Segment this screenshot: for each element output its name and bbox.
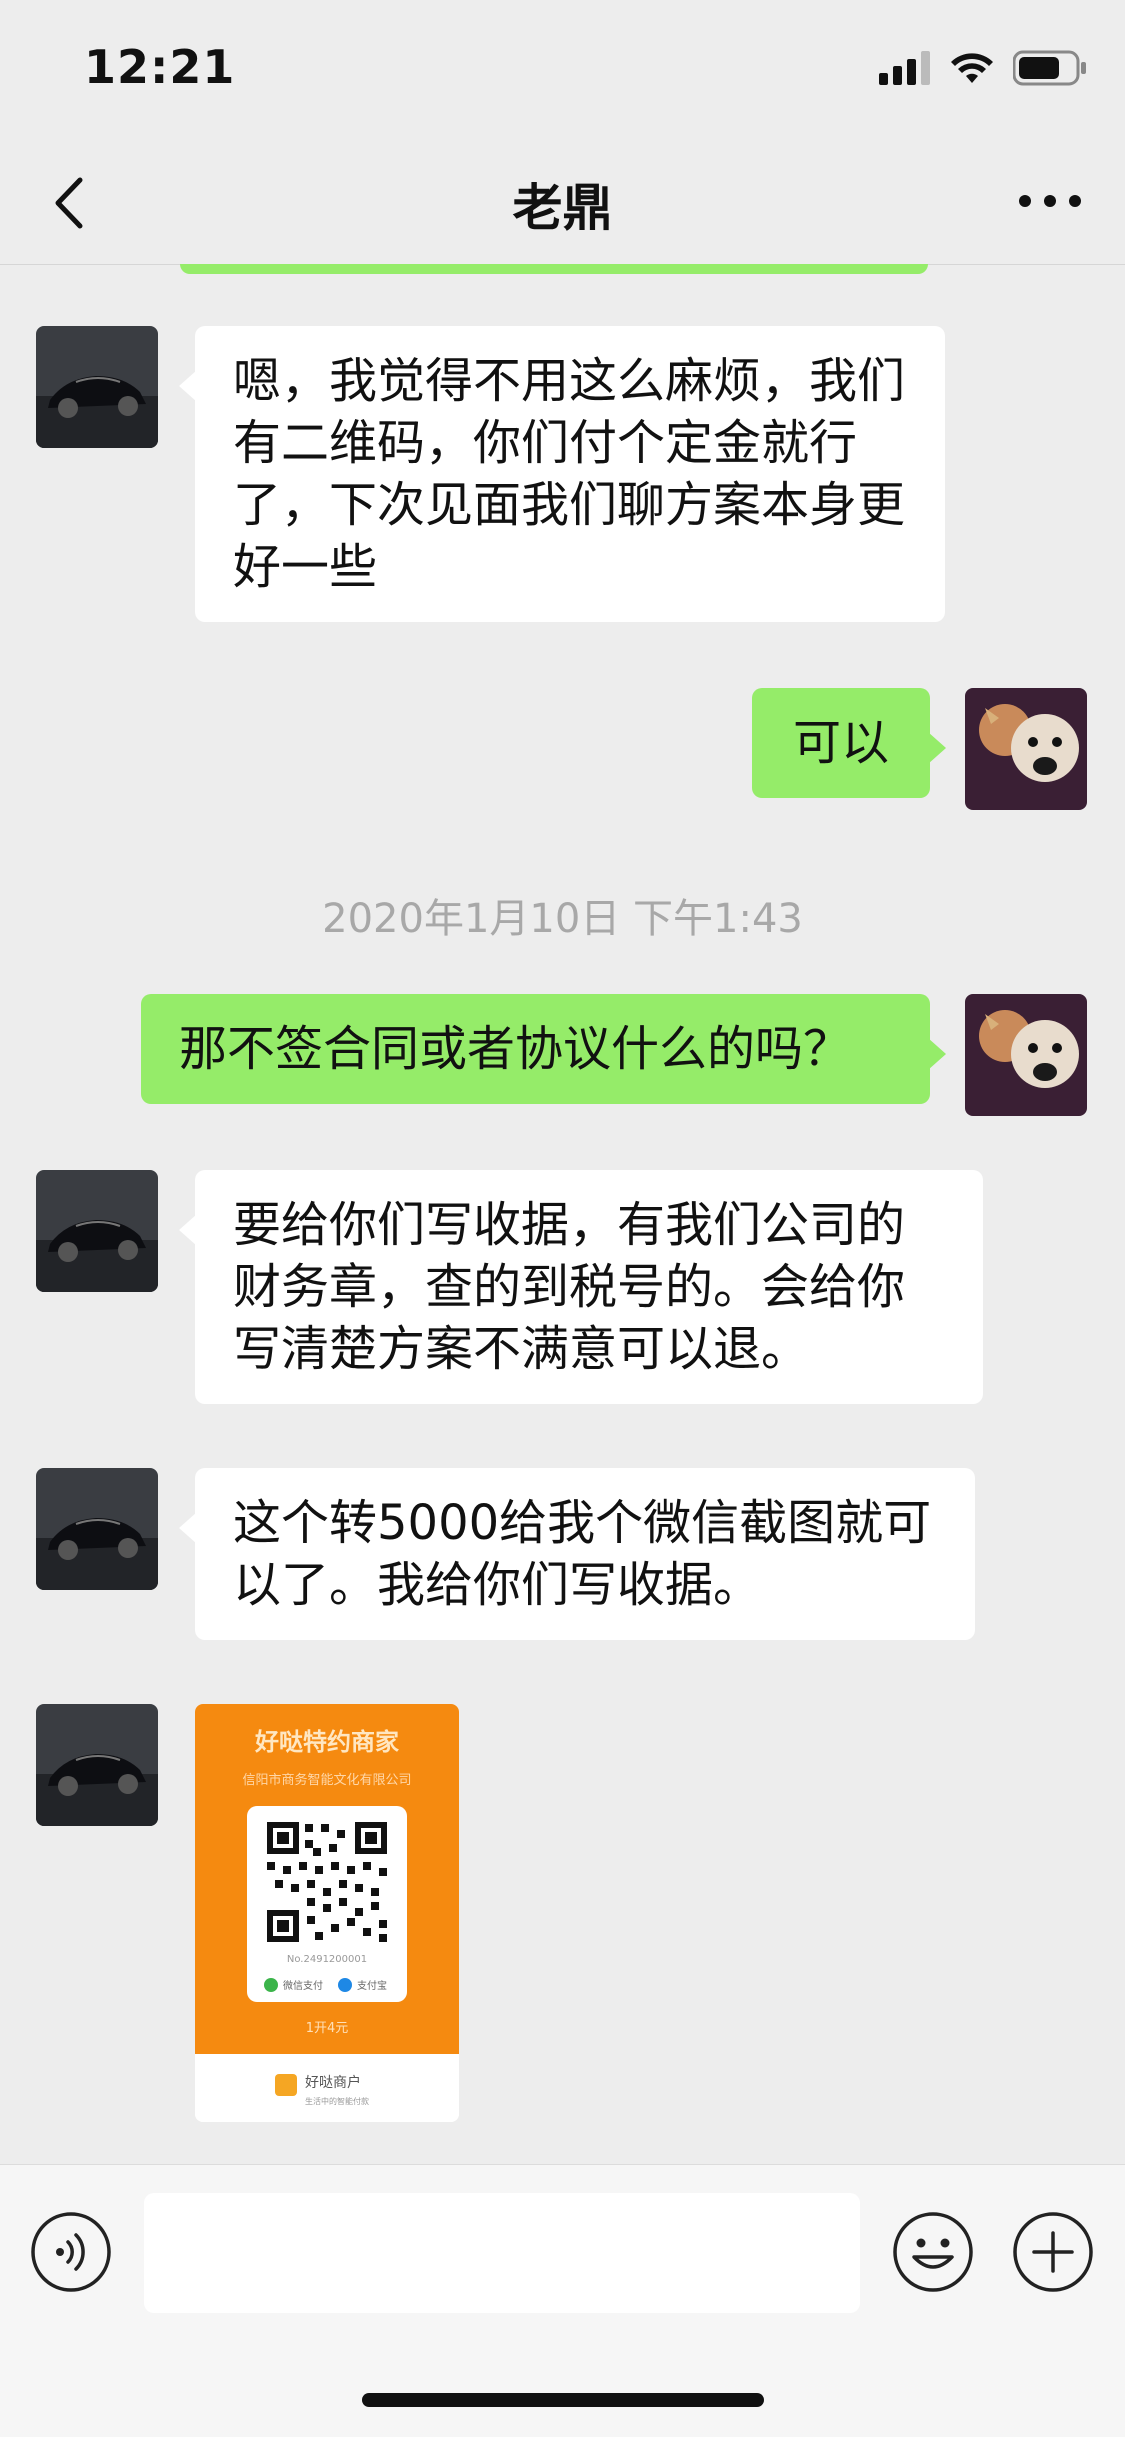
chat-area[interactable]: 嗯，我觉得不用这么麻烦，我们有二维码，你们付个定金就行了，下次见面我们聊方案本身… [0, 264, 1125, 2164]
status-bar: 12:21 [0, 0, 1125, 140]
message-input[interactable] [144, 2193, 860, 2313]
voice-icon[interactable] [30, 2211, 112, 2293]
battery-icon [1013, 50, 1086, 86]
qr-brand: 好哒商户 [305, 2074, 361, 2091]
contact-avatar[interactable] [36, 1468, 158, 1590]
qr-caption: No.2491200001 [287, 1954, 367, 1965]
qr-title: 好哒特约商家 [254, 1728, 399, 1756]
home-indicator[interactable] [362, 2393, 764, 2407]
my-avatar[interactable] [965, 994, 1087, 1116]
chat-title: 老鼎 [512, 179, 613, 237]
input-bar [0, 2164, 1125, 2437]
signal-icon [879, 51, 930, 85]
previous-message-bubble [180, 264, 928, 274]
emoji-icon[interactable] [892, 2211, 974, 2293]
message-bubble-outgoing[interactable]: 那不签合同或者协议什么的吗？ [141, 994, 946, 1104]
message-bubble-outgoing[interactable]: 可以 [752, 688, 946, 798]
qr-subtitle: 信阳市商务智能文化有限公司 [242, 1772, 411, 1788]
my-avatar[interactable] [965, 688, 1087, 810]
status-time: 12:21 [84, 40, 236, 94]
contact-avatar[interactable] [36, 1704, 158, 1826]
message-bubble-incoming[interactable]: 这个转5000给我个微信截图就可以了。我给你们写收据。 [179, 1468, 975, 1640]
wifi-icon [951, 53, 993, 83]
status-icons [879, 50, 1087, 86]
qr-pay-alipay: 支付宝 [357, 1979, 387, 1992]
image-message-qr-code[interactable]: 好哒特约商家 信阳市商务智能文化有限公司 No.2491200001 微信支付 … [195, 1704, 459, 2122]
message-bubble-incoming[interactable]: 嗯，我觉得不用这么麻烦，我们有二维码，你们付个定金就行了，下次见面我们聊方案本身… [179, 326, 945, 622]
contact-avatar[interactable] [36, 1170, 158, 1292]
message-timestamp: 2020年1月10日 下午1:43 [322, 896, 803, 942]
message-bubble-incoming[interactable]: 要给你们写收据，有我们公司的财务章，查的到税号的。会给你写清楚方案不满意可以退。 [179, 1170, 983, 1404]
contact-avatar[interactable] [36, 326, 158, 448]
qr-bottom-text: 1开4元 [306, 2021, 349, 2036]
qr-pay-wechat: 微信支付 [283, 1979, 323, 1992]
more-icon[interactable] [1015, 176, 1085, 226]
chat-header: 老鼎 [0, 140, 1125, 265]
qr-brand-sub: 生活中的智能付款 [305, 2096, 369, 2106]
plus-icon[interactable] [1012, 2211, 1094, 2293]
